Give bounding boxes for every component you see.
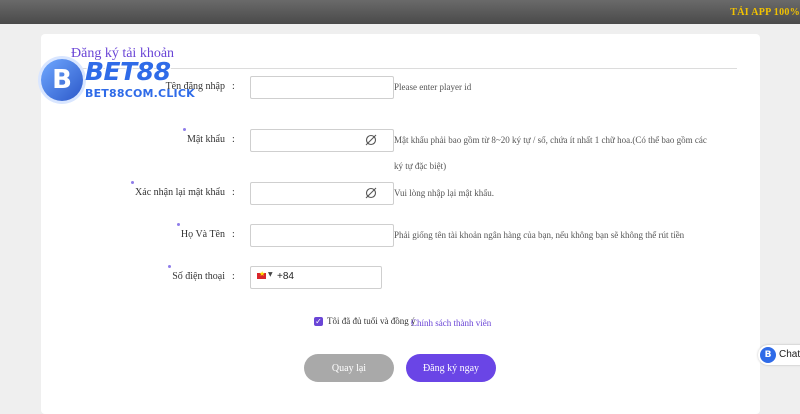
back-button[interactable]: Quay lại <box>304 354 394 382</box>
colon: : <box>232 271 235 282</box>
required-marker <box>131 181 135 184</box>
chat-widget[interactable]: B Chat <box>758 345 800 365</box>
username-hint: Please enter player id <box>394 82 472 92</box>
confirm-password-label: Xác nhận lại mật khẩu <box>131 181 225 198</box>
download-app-banner[interactable]: TẢI APP 100% <box>730 7 800 18</box>
eye-slash-icon[interactable] <box>364 133 378 147</box>
chat-label: Chat <box>779 349 800 360</box>
country-code: +84 <box>277 271 294 282</box>
full-name-input[interactable] <box>250 224 394 247</box>
full-name-label: Họ Và Tên <box>176 223 225 240</box>
phone-label: Số điện thoại <box>168 265 225 282</box>
chat-bot-icon: B <box>760 347 776 363</box>
username-input[interactable] <box>250 76 394 99</box>
agree-checkbox[interactable]: ✓ <box>314 317 323 326</box>
required-marker <box>168 265 172 268</box>
logo-name: BET88 <box>85 57 171 86</box>
colon: : <box>232 134 235 145</box>
agreement-text: Tôi đã đủ tuổi và đồng ý <box>327 316 416 326</box>
colon: : <box>232 187 235 198</box>
row-password: Mật khẩu : Mật khẩu phải bao gồm từ 8~20… <box>41 128 760 171</box>
required-marker <box>182 128 186 131</box>
logo-badge: B <box>41 59 83 101</box>
register-button[interactable]: Đăng ký ngay <box>406 354 496 382</box>
password-label: Mật khẩu <box>182 128 225 145</box>
bet88-logo: B BET88 BET88COM.CLICK <box>41 57 195 127</box>
vietnam-flag-icon[interactable]: ★ <box>257 270 266 279</box>
eye-slash-icon[interactable] <box>364 186 378 200</box>
top-bar: TẢI APP 100% <box>0 0 800 24</box>
row-confirm-password: Xác nhận lại mật khẩu : Vui lòng nhập lạ… <box>41 181 760 206</box>
phone-field[interactable]: ★ ▼ +84 <box>250 266 382 289</box>
password-hint: Mật khẩu phải bao gồm từ 8~20 ký tự / số… <box>394 135 707 171</box>
chevron-down-icon[interactable]: ▼ <box>268 271 273 278</box>
full-name-hint: Phải giống tên tài khoản ngân hàng của b… <box>394 230 685 240</box>
row-phone: Số điện thoại : ★ ▼ +84 <box>41 265 760 290</box>
colon: : <box>232 81 235 92</box>
member-policy-link[interactable]: Chính sách thành viên <box>411 318 491 328</box>
required-marker <box>176 223 180 226</box>
logo-domain: BET88COM.CLICK <box>85 87 195 100</box>
colon: : <box>232 229 235 240</box>
row-full-name: Họ Và Tên : Phải giống tên tài khoản ngâ… <box>41 223 760 248</box>
confirm-password-hint: Vui lòng nhập lại mật khẩu. <box>394 188 494 198</box>
